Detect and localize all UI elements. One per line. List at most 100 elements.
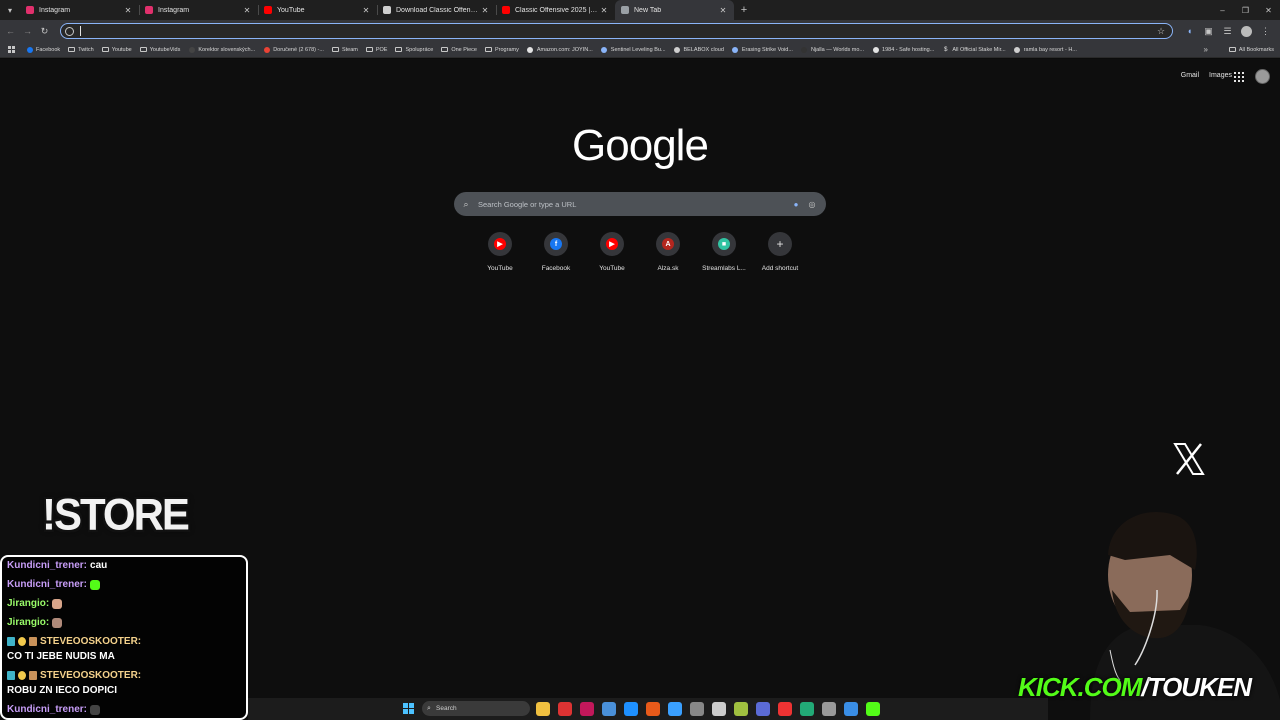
bookmark-item[interactable]: 1984 - Safe hosting... <box>872 46 934 53</box>
close-window-icon[interactable]: ✕ <box>1257 0 1280 20</box>
shortcut-label: Alza.sk <box>657 265 679 272</box>
all-bookmarks-button[interactable]: All Bookmarks <box>1228 47 1274 53</box>
bookmark-item[interactable]: One Piece <box>441 47 477 53</box>
back-arrow-icon[interactable]: ← <box>4 23 17 39</box>
taskbar-app-icon[interactable] <box>558 702 572 716</box>
bookmark-label: Youtube <box>111 46 132 53</box>
google-apps-icon[interactable] <box>1234 72 1244 82</box>
bookmark-item[interactable]: Facebook <box>26 46 60 53</box>
tab-6[interactable]: New Tab ✕ <box>615 0 734 20</box>
chat-emote-icon <box>52 598 63 609</box>
forward-arrow-icon[interactable]: → <box>21 23 34 39</box>
bookmark-item[interactable]: Programy <box>485 47 519 53</box>
bookmark-item[interactable]: POE <box>365 46 388 53</box>
shortcut-tiles: ▶ YouTube f Facebook ▶ YouTube A Alza.sk ■ Stream… <box>472 232 808 272</box>
bookmark-item[interactable]: $ All Official Stake Mir... <box>942 47 1006 53</box>
maximize-icon[interactable]: ❐ <box>1234 0 1257 20</box>
bookmark-item[interactable]: Njalla — Worlds mo... <box>801 46 864 53</box>
bookmark-item[interactable]: Erasing Strike Void... <box>732 46 793 53</box>
bookmark-item[interactable]: Youtube <box>101 46 132 53</box>
close-tab-icon[interactable]: ✕ <box>599 6 609 15</box>
shortcut-favicon-icon: A <box>656 232 680 256</box>
taskbar-app-icon[interactable] <box>602 702 616 716</box>
google-search-input[interactable] <box>478 199 788 209</box>
windows-start-icon[interactable] <box>403 703 414 714</box>
close-tab-icon[interactable]: ✕ <box>123 6 133 15</box>
images-link[interactable]: Images <box>1209 72 1232 79</box>
menu-kebab-icon[interactable]: ⋮ <box>1259 25 1272 38</box>
taskbar-app-icon[interactable] <box>866 702 880 716</box>
bookmark-item[interactable]: Steam <box>331 47 358 53</box>
folder-icon <box>101 47 109 53</box>
chat-message: STEVEOOSKOOTER: ROBU ZN IECO DOPICI <box>7 668 241 698</box>
bookmark-item[interactable]: Twitch <box>68 47 94 53</box>
taskbar-app-icon[interactable] <box>822 702 836 716</box>
sidebar-icon[interactable]: ☰ <box>1221 25 1234 38</box>
tab-4[interactable]: Download Classic Offensive - C✕ <box>377 0 496 20</box>
tab-3[interactable]: YouTube ✕ <box>258 0 377 20</box>
bookmark-item[interactable]: BELABOX cloud <box>674 46 724 53</box>
puzzle-extensions-icon[interactable]: ▣ <box>1202 25 1215 38</box>
tab-5[interactable]: Classic Offensive 2025 | Install T✕ <box>496 0 615 20</box>
taskbar-app-icon[interactable] <box>624 702 638 716</box>
shortcut-tile[interactable]: f Facebook <box>528 232 584 272</box>
bookmark-label: Sentinel Leveling Bu... <box>610 46 666 53</box>
google-search-box[interactable]: ⌕ ● ◎ <box>454 192 826 216</box>
shortcut-tile[interactable]: ▶ YouTube <box>584 232 640 272</box>
tab-2[interactable]: Instagram ✕ <box>139 0 258 20</box>
bookmark-star-icon[interactable]: ☆ <box>1154 26 1168 37</box>
more-bookmarks-icon[interactable]: » <box>1204 45 1208 54</box>
taskbar-app-icon[interactable] <box>668 702 682 716</box>
taskbar-app-icon[interactable] <box>712 702 726 716</box>
add-shortcut-button[interactable]: + Add shortcut <box>752 232 808 272</box>
bookmark-item[interactable]: Doručené (2 678) -... <box>263 46 324 53</box>
bookmark-item[interactable]: Amazon.com: JOYIN... <box>527 46 593 53</box>
bookmark-label: POE <box>375 46 388 53</box>
microphone-icon[interactable]: ● <box>788 200 804 209</box>
taskbar-app-icon[interactable] <box>536 702 550 716</box>
address-bar[interactable]: ☆ <box>60 23 1173 39</box>
camera-lens-icon[interactable]: ◎ <box>804 200 820 209</box>
address-input[interactable] <box>80 26 1154 36</box>
bookmark-item[interactable]: ramla bay resort - H... <box>1014 46 1077 53</box>
taskbar-app-icon[interactable] <box>690 702 704 716</box>
close-tab-icon[interactable]: ✕ <box>242 6 252 15</box>
tab-search-button[interactable]: ▾ <box>0 0 20 20</box>
taskbar-app-icon[interactable] <box>778 702 792 716</box>
site-info-icon[interactable] <box>65 26 74 36</box>
tab-1[interactable]: Instagram ✕ <box>20 0 139 20</box>
apps-grid-icon[interactable] <box>8 45 16 54</box>
shortcut-tile[interactable]: A Alza.sk <box>640 232 696 272</box>
bookmark-item[interactable]: Korektor slovenských... <box>188 46 255 53</box>
tab-label: YouTube <box>277 6 305 14</box>
shortcut-glyph: ■ <box>718 238 730 250</box>
shortcut-tile[interactable]: ▶ YouTube <box>472 232 528 272</box>
profile-avatar[interactable] <box>1240 25 1253 38</box>
taskbar-app-icon[interactable] <box>756 702 770 716</box>
bookmark-item[interactable]: YoutubeVids <box>139 47 180 53</box>
subscriber-badge-icon <box>7 637 15 646</box>
bookmark-list: Facebook Twitch Youtube YoutubeVids Korektor… <box>26 46 1085 53</box>
taskbar-app-icon[interactable] <box>844 702 858 716</box>
taskbar-app-icon[interactable] <box>734 702 748 716</box>
reload-icon[interactable]: ↻ <box>38 23 51 39</box>
new-tab-button[interactable]: + <box>736 2 752 18</box>
bookmark-item[interactable]: Sentinel Leveling Bu... <box>601 46 666 53</box>
close-tab-icon[interactable]: ✕ <box>361 6 371 15</box>
bookmark-item[interactable]: Spolupráce <box>395 47 433 53</box>
x-logo-icon <box>1173 443 1205 475</box>
close-tab-icon[interactable]: ✕ <box>480 6 490 15</box>
extension-icon[interactable]: ◖ <box>1183 25 1196 38</box>
minimize-icon[interactable]: – <box>1211 0 1234 20</box>
taskbar-search[interactable]: ⌕ Search <box>422 701 530 716</box>
google-account-avatar[interactable] <box>1255 69 1270 84</box>
taskbar-app-icon[interactable] <box>800 702 814 716</box>
gmail-link[interactable]: Gmail <box>1181 72 1199 79</box>
add-shortcut-label: Add shortcut <box>761 265 799 272</box>
close-tab-icon[interactable]: ✕ <box>718 6 728 15</box>
bookmark-label: BELABOX cloud <box>683 46 724 53</box>
taskbar-app-icon[interactable] <box>580 702 594 716</box>
folder-icon <box>485 47 492 53</box>
taskbar-app-icon[interactable] <box>646 702 660 716</box>
shortcut-tile[interactable]: ■ Streamlabs L... <box>696 232 752 272</box>
